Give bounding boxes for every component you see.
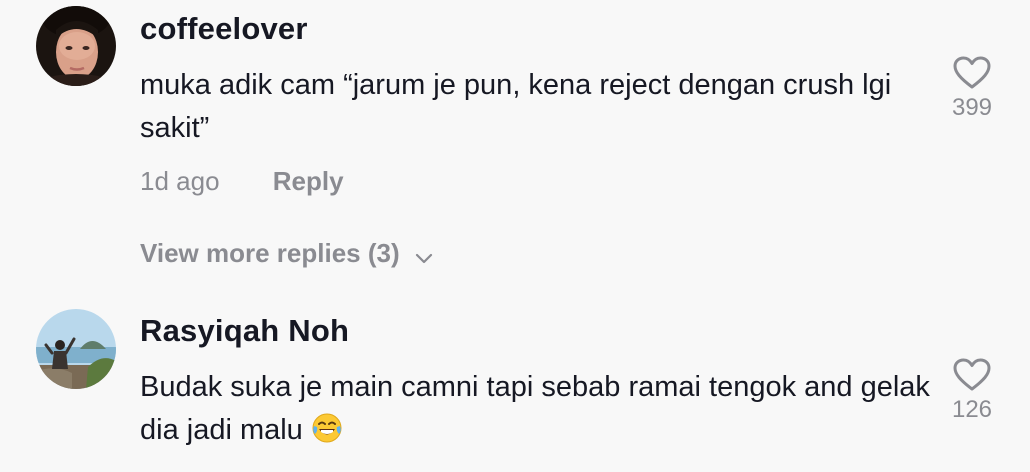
heart-outline-icon[interactable] [953,358,991,392]
avatar[interactable] [36,6,116,86]
avatar[interactable] [36,309,116,389]
view-more-replies-label: View more replies (3) [140,238,400,268]
view-more-replies-button[interactable]: View more replies (3) [140,238,434,269]
heart-outline-icon[interactable] [953,56,991,90]
username[interactable]: coffeelover [140,11,308,47]
comment-text: Budak suka je main camni tapi sebab rama… [140,371,930,446]
like-control: 126 [940,358,1004,424]
face-with-tears-of-joy-icon [311,412,343,444]
comment-text-container: Budak suka je main camni tapi sebab rama… [140,366,930,452]
like-control: 399 [940,56,1004,122]
like-count: 126 [951,396,993,423]
like-count: 399 [951,94,993,121]
comment-text: muka adik cam “jarum je pun, kena reject… [140,69,892,144]
reply-button[interactable]: Reply [273,166,344,197]
timestamp: 1d ago [140,166,220,196]
comment-meta: 1d ago Reply [140,166,344,197]
username[interactable]: Rasyiqah Noh [140,313,349,349]
chevron-down-icon [414,244,434,264]
